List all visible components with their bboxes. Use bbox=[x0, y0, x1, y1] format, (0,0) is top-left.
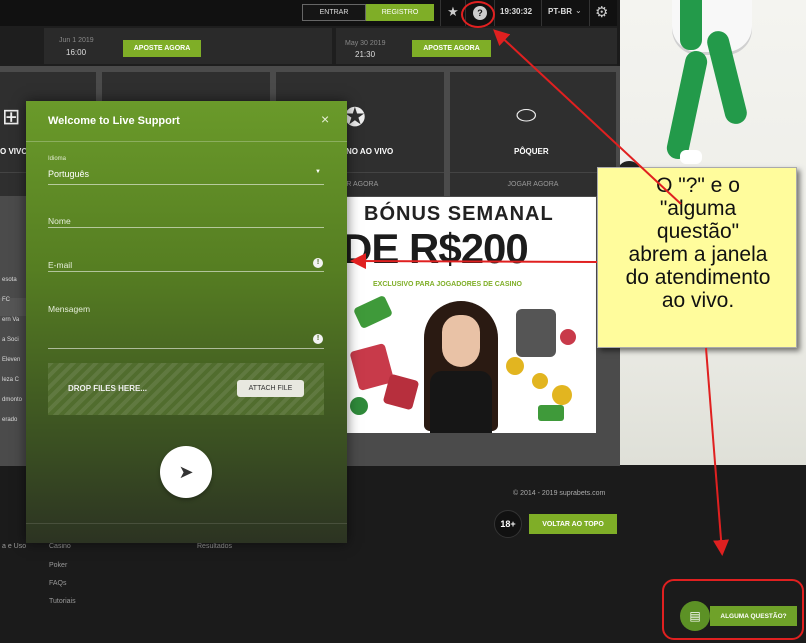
sidebar-team[interactable]: FC bbox=[2, 297, 10, 303]
info-icon: ! bbox=[313, 258, 323, 268]
playing-cards bbox=[382, 373, 420, 411]
clock: 19:30:32 bbox=[500, 7, 533, 16]
file-drop-zone[interactable]: DROP FILES HERE... ATTACH FILE bbox=[48, 363, 324, 415]
casino-chip-icon: ✪ bbox=[344, 102, 366, 132]
bet-now-button[interactable]: APOSTE AGORA bbox=[123, 40, 201, 57]
info-icon: ! bbox=[313, 334, 323, 344]
send-icon[interactable]: ➤ bbox=[160, 446, 212, 498]
chevron-down-icon[interactable]: ⌄ bbox=[575, 6, 582, 15]
language-selector[interactable]: PT-BR bbox=[548, 7, 572, 16]
sidebar-team[interactable]: ern Va bbox=[2, 317, 19, 323]
match-date: May 30 2019 bbox=[345, 40, 386, 47]
back-to-top-button[interactable]: VOLTAR AO TOPO bbox=[529, 514, 617, 534]
match-card: Jun 1 2019 16:00 APOSTE AGORA bbox=[44, 28, 332, 64]
category-title: O VIVO bbox=[0, 147, 28, 156]
model-body bbox=[430, 371, 492, 433]
gold-coin bbox=[552, 385, 572, 405]
sidebar-team[interactable]: leza C bbox=[2, 377, 19, 383]
match-time: 16:00 bbox=[66, 48, 87, 57]
category-title: PÔQUER bbox=[514, 147, 549, 156]
upcoming-matches-strip: Jun 1 2019 16:00 APOSTE AGORA May 30 201… bbox=[0, 26, 617, 66]
drop-zone-label: DROP FILES HERE... bbox=[68, 384, 147, 393]
star-icon[interactable]: ★ bbox=[446, 4, 460, 20]
sidebar-team[interactable]: a Soci bbox=[2, 337, 19, 343]
footer-link-poker[interactable]: Poker bbox=[49, 562, 67, 569]
clover-icon bbox=[350, 397, 368, 415]
model-face bbox=[442, 315, 480, 367]
banner-model bbox=[416, 301, 506, 433]
divider bbox=[26, 523, 347, 524]
sidebar-team[interactable]: Eleven bbox=[2, 357, 20, 363]
copyright-text: © 2014 - 2019 suprabets.com bbox=[513, 490, 606, 497]
footer-link-faqs[interactable]: FAQs bbox=[49, 580, 67, 587]
message-input[interactable]: Mensagem bbox=[48, 304, 90, 314]
bet-now-button[interactable]: APOSTE AGORA bbox=[412, 40, 491, 57]
category-cta[interactable]: JOGAR AGORA bbox=[450, 172, 616, 196]
match-date: Jun 1 2019 bbox=[59, 37, 94, 44]
weekly-bonus-banner[interactable]: BÓNUS SEMANAL DE R$200 EXCLUSIVO PARA JO… bbox=[346, 197, 596, 433]
soccer-field-icon: ⊞ bbox=[2, 104, 21, 129]
sidebar-team[interactable]: dmonto bbox=[2, 397, 22, 403]
attach-file-button[interactable]: ATTACH FILE bbox=[237, 380, 304, 397]
help-highlight-ellipse bbox=[461, 1, 495, 28]
register-button[interactable]: REGISTRO bbox=[366, 4, 434, 21]
field-underline bbox=[48, 271, 324, 272]
gear-icon[interactable]: ⚙ bbox=[595, 4, 608, 21]
banner-headline: BÓNUS SEMANAL bbox=[364, 203, 554, 225]
nav-divider bbox=[440, 0, 441, 26]
money-stack bbox=[538, 405, 564, 421]
nav-divider bbox=[589, 0, 590, 26]
category-title: NO AO VIVO bbox=[346, 147, 394, 156]
player-leg-left bbox=[664, 48, 710, 162]
chat-highlight-box bbox=[662, 579, 804, 640]
footer-link-tutorials[interactable]: Tutoriais bbox=[49, 598, 76, 605]
close-icon[interactable]: × bbox=[321, 112, 329, 126]
auth-buttons: ENTRAR REGISTRO bbox=[302, 4, 434, 21]
footer-link-results[interactable]: Resultados bbox=[197, 543, 232, 550]
name-input[interactable]: Nome bbox=[48, 216, 71, 226]
field-underline bbox=[48, 227, 324, 228]
poker-table-icon: ⬭ bbox=[516, 102, 537, 129]
callout-text: O "?" e o "alguma questão" abrem a janel… bbox=[625, 174, 771, 312]
player-shoe bbox=[680, 150, 702, 164]
gold-coin bbox=[506, 357, 524, 375]
dropdown-arrow-icon[interactable]: ▼ bbox=[315, 169, 321, 175]
footer-link-casino[interactable]: Casino bbox=[49, 543, 71, 550]
sidebar-team[interactable]: erado bbox=[2, 417, 17, 423]
field-underline bbox=[48, 348, 324, 349]
slot-machine bbox=[516, 309, 556, 357]
banner-subtitle: EXCLUSIVO PARA JOGADORES DE CASINO bbox=[373, 281, 522, 288]
gold-coin bbox=[532, 373, 548, 389]
match-time: 21:30 bbox=[355, 50, 376, 59]
language-label: Idioma bbox=[48, 156, 67, 162]
money-stack bbox=[352, 294, 394, 330]
live-support-panel: Welcome to Live Support × Idioma Portugu… bbox=[26, 101, 347, 543]
category-tile[interactable]: ⬭ PÔQUER JOGAR AGORA bbox=[450, 72, 616, 196]
sidebar-team[interactable]: esota bbox=[2, 277, 17, 283]
age-restriction-badge: 18+ bbox=[494, 510, 522, 538]
login-button[interactable]: ENTRAR bbox=[302, 4, 366, 21]
panel-title: Welcome to Live Support bbox=[48, 115, 180, 127]
footer-link[interactable]: a e Uso bbox=[2, 543, 26, 550]
email-input[interactable]: E-mail bbox=[48, 260, 72, 270]
match-card: May 30 2019 21:30 APOSTE AGORA bbox=[336, 28, 617, 64]
nav-divider bbox=[541, 0, 542, 26]
field-underline bbox=[48, 184, 324, 185]
banner-amount: DE R$200 bbox=[346, 225, 529, 272]
divider bbox=[26, 141, 347, 142]
language-select[interactable]: Português bbox=[48, 169, 89, 179]
casino-chip bbox=[560, 329, 576, 345]
top-navigation-bar: ENTRAR REGISTRO ★ ? 19:30:32 PT-BR ⌄ ⚙ bbox=[0, 0, 617, 26]
annotation-callout: O "?" e o "alguma questão" abrem a janel… bbox=[597, 167, 797, 348]
